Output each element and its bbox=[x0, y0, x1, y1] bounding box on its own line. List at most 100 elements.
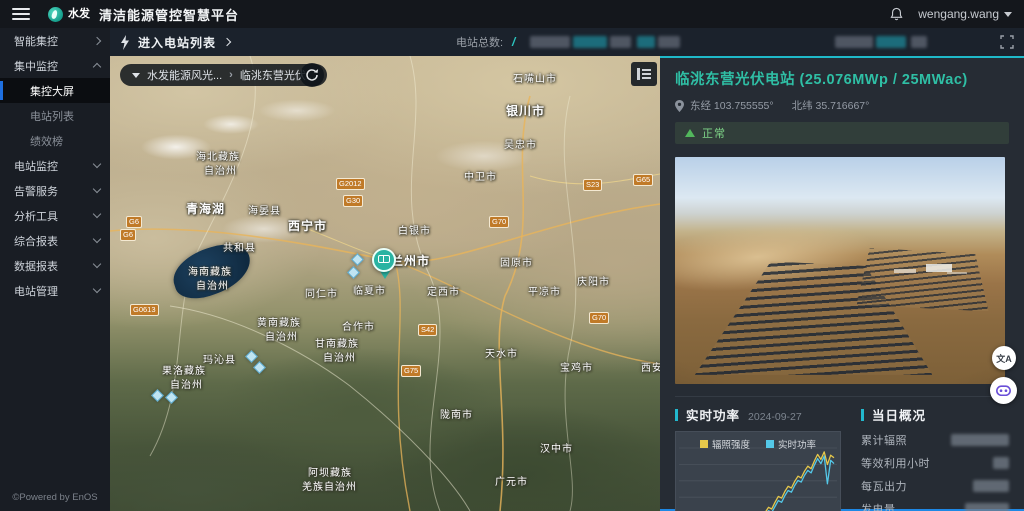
realtime-power-date: 2024-09-27 bbox=[748, 411, 802, 423]
fullscreen-icon[interactable] bbox=[1000, 35, 1014, 49]
selected-station-marker[interactable] bbox=[372, 248, 398, 282]
station-cluster-marker[interactable] bbox=[151, 389, 164, 402]
map-place-label: 石嘴山市 bbox=[513, 70, 557, 85]
map-place-label: 中卫市 bbox=[464, 168, 497, 183]
station-cluster-marker[interactable] bbox=[165, 391, 178, 404]
sidebar-item-label: 数据报表 bbox=[14, 258, 94, 274]
user-menu[interactable]: wengang.wang bbox=[918, 7, 1012, 21]
station-cluster-marker[interactable] bbox=[245, 350, 258, 363]
breadcrumb-group[interactable]: 水发能源风光... bbox=[147, 67, 222, 83]
sidebar-menu: 智能集控集中监控集控大屏电站列表绩效榜电站监控告警服务分析工具综合报表数据报表电… bbox=[0, 28, 110, 303]
station-cluster-marker[interactable] bbox=[253, 361, 266, 374]
topbar: 进入电站列表 电站总数: / bbox=[110, 28, 1024, 56]
map-place-label: 广元市 bbox=[495, 473, 528, 488]
sidebar-item-label: 集中监控 bbox=[14, 58, 94, 74]
map-place-label: 海南藏族 bbox=[188, 263, 232, 278]
sidebar-item-智能集控[interactable]: 智能集控 bbox=[0, 28, 110, 53]
map-place-label: 玛沁县 bbox=[203, 351, 236, 366]
overview-row: 累计辐照 bbox=[861, 432, 1009, 448]
sidebar-item-分析工具[interactable]: 分析工具 bbox=[0, 203, 110, 228]
sidebar-item-电站管理[interactable]: 电站管理 bbox=[0, 278, 110, 303]
latitude-value: 北纬 35.716667° bbox=[792, 98, 870, 113]
map-road-badge: G0613 bbox=[130, 304, 159, 316]
sidebar-item-告警服务[interactable]: 告警服务 bbox=[0, 178, 110, 203]
map-place-label: 定西市 bbox=[427, 283, 460, 298]
bell-icon[interactable] bbox=[889, 7, 904, 22]
overview-row-label: 等效利用小时 bbox=[861, 455, 993, 471]
redacted-value bbox=[610, 36, 631, 48]
app-header: 水发 清洁能源管控智慧平台 wengang.wang bbox=[0, 0, 1024, 28]
sidebar-subitem-label: 绩效榜 bbox=[30, 133, 100, 149]
map-place-label: 自治州 bbox=[204, 162, 237, 177]
sidebar-item-label: 智能集控 bbox=[14, 33, 94, 49]
daily-overview-title: 当日概况 bbox=[872, 405, 926, 424]
map-place-label: 西安市 bbox=[641, 359, 660, 374]
daily-overview-rows: 累计辐照等效利用小时每瓦出力发电量 bbox=[861, 432, 1009, 511]
legend-label: 辐照强度 bbox=[712, 437, 750, 451]
enter-station-list-button[interactable]: 进入电站列表 bbox=[120, 34, 230, 51]
sidebar-item-数据报表[interactable]: 数据报表 bbox=[0, 253, 110, 278]
sidebar-subitem-电站列表[interactable]: 电站列表 bbox=[0, 103, 110, 128]
map-place-label: 海北藏族 bbox=[196, 148, 240, 163]
chevron-right-icon bbox=[223, 38, 231, 46]
overview-row: 发电量 bbox=[861, 501, 1009, 511]
sidebar-subitem-绩效榜[interactable]: 绩效榜 bbox=[0, 128, 110, 153]
legend-swatch bbox=[766, 440, 774, 448]
map-place-label: 自治州 bbox=[265, 328, 298, 343]
legend-label: 实时功率 bbox=[778, 437, 816, 451]
map-place-label: 果洛藏族 bbox=[162, 362, 206, 377]
station-cluster-marker[interactable] bbox=[347, 266, 360, 279]
sidebar-item-电站监控[interactable]: 电站监控 bbox=[0, 153, 110, 178]
sidebar-subitem-集控大屏[interactable]: 集控大屏 bbox=[0, 78, 110, 103]
map-place-label: 自治州 bbox=[323, 349, 356, 364]
translate-button[interactable]: 文A bbox=[992, 346, 1016, 370]
map-place-label: 临夏市 bbox=[353, 282, 386, 297]
map-breadcrumb[interactable]: 水发能源风光... › 临洮东营光伏... bbox=[120, 64, 327, 86]
map-place-label: 黄南藏族 bbox=[257, 314, 301, 329]
ai-assistant-button[interactable] bbox=[990, 377, 1017, 404]
map-place-label: 合作市 bbox=[342, 318, 375, 333]
app-logo: 水发 清洁能源管控智慧平台 bbox=[48, 5, 239, 24]
overview-row-value-redacted bbox=[965, 503, 1009, 511]
redacted-value bbox=[835, 36, 873, 48]
redacted-value bbox=[637, 36, 655, 48]
status-triangle-icon bbox=[685, 129, 695, 137]
map-canvas[interactable]: G6G6G2012G30G70S23G65G70S42G75G0613 石嘴山市… bbox=[110, 56, 660, 511]
map-place-label: 吴忠市 bbox=[504, 136, 537, 151]
overview-row-value-redacted bbox=[973, 480, 1009, 492]
refresh-button[interactable] bbox=[300, 63, 324, 87]
sidebar-item-label: 电站管理 bbox=[14, 283, 94, 299]
map-place-label: 宝鸡市 bbox=[560, 359, 593, 374]
map-place-label: 陇南市 bbox=[440, 406, 473, 421]
station-cluster-marker[interactable] bbox=[351, 253, 364, 266]
redacted-value bbox=[573, 36, 607, 48]
sidebar-item-label: 电站监控 bbox=[14, 158, 94, 174]
chevron-down-icon bbox=[93, 235, 101, 243]
map-place-label: 西宁市 bbox=[288, 217, 327, 234]
main-area: 进入电站列表 电站总数: / bbox=[110, 28, 1024, 511]
map-road-badge: G65 bbox=[633, 174, 653, 186]
chevron-down-icon bbox=[93, 260, 101, 268]
longitude-value: 东经 103.755555° bbox=[690, 98, 774, 113]
chevron-down-icon bbox=[93, 185, 101, 193]
map-place-label: 固原市 bbox=[500, 254, 533, 269]
chevron-down-icon bbox=[93, 160, 101, 168]
sidebar-item-集中监控[interactable]: 集中监控 bbox=[0, 53, 110, 78]
sidebar-item-label: 综合报表 bbox=[14, 233, 94, 249]
accent-bar bbox=[861, 409, 864, 421]
sidebar-subitem-label: 集控大屏 bbox=[30, 83, 100, 99]
brand-name: 水发 bbox=[68, 9, 90, 20]
sidebar-item-label: 告警服务 bbox=[14, 183, 94, 199]
map-road-badge: G6 bbox=[120, 229, 136, 241]
sidebar-item-综合报表[interactable]: 综合报表 bbox=[0, 228, 110, 253]
station-photo bbox=[675, 157, 1005, 384]
map-place-label: 汉中市 bbox=[540, 440, 573, 455]
chevron-up-icon bbox=[93, 63, 101, 71]
username-text: wengang.wang bbox=[918, 7, 999, 21]
hamburger-menu-icon[interactable] bbox=[12, 8, 30, 20]
map-layers-button[interactable] bbox=[631, 62, 657, 86]
legend-item: 实时功率 bbox=[766, 437, 816, 451]
chevron-separator: › bbox=[229, 69, 233, 81]
brand-logo-icon bbox=[48, 7, 63, 22]
chevron-down-icon bbox=[93, 285, 101, 293]
